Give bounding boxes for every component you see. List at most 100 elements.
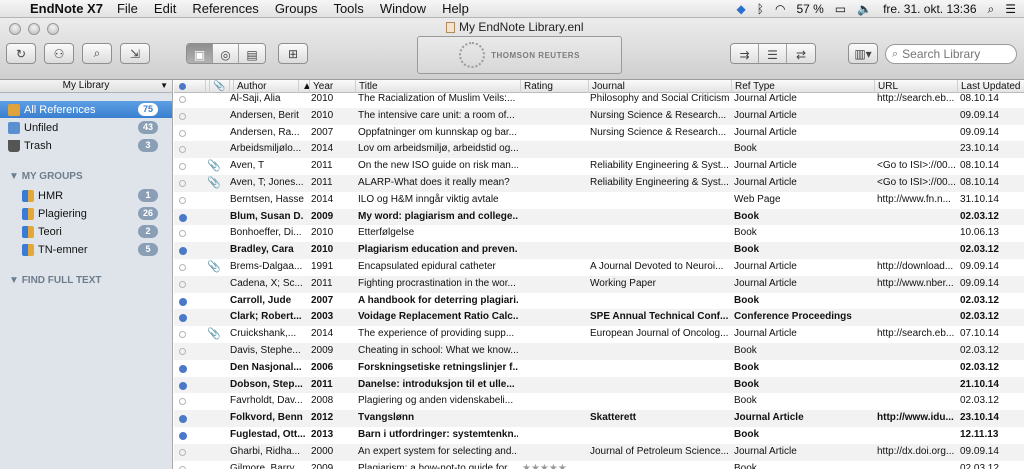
unread-dot-icon[interactable] <box>179 314 187 323</box>
paperclip-icon[interactable]: 📎 <box>207 259 221 276</box>
wifi-icon[interactable]: ◠ <box>775 2 785 16</box>
zoom-window-button[interactable] <box>47 23 59 35</box>
read-dot-icon[interactable] <box>179 280 186 288</box>
table-row[interactable]: Andersen, Berit 2010 The intensive care un… <box>174 107 1024 125</box>
table-row[interactable]: Bradley, Cara 2010 Plagiarism education an… <box>174 242 1024 259</box>
table-row[interactable]: 📎 Aven, T 2011 On the new ISO guide on risk… <box>174 158 1024 175</box>
table-row[interactable]: Davis, Stephe... 2009 Cheating in school: … <box>174 343 1024 360</box>
menu-edit[interactable]: Edit <box>154 1 176 16</box>
table-row[interactable]: Blum, Susan D. 2009 My word: plagiarism an… <box>174 208 1024 226</box>
volume-icon[interactable]: 🔈 <box>857 2 872 16</box>
dropbox-icon[interactable]: ◆ <box>737 2 746 16</box>
sidebar-group-hmr[interactable]: HMR 1 <box>0 187 172 204</box>
sidebar-item-all-references[interactable]: All References 75 <box>0 101 172 118</box>
battery-icon[interactable]: ▭ <box>835 2 846 16</box>
read-dot-icon[interactable] <box>179 465 186 469</box>
table-row[interactable]: Clark; Robert... 2003 Voidage Replacement … <box>174 309 1024 327</box>
new-reference-button[interactable]: ⊞ <box>278 43 308 64</box>
read-dot-icon[interactable] <box>179 348 186 355</box>
globe-icon: ◎ <box>220 47 231 62</box>
table-row[interactable]: 📎 Aven, T; Jones... 2011 ALARP-What does it… <box>174 175 1024 192</box>
insert-citation-button[interactable]: ⇉ <box>731 44 759 63</box>
sidebar-group-teori[interactable]: Teori 2 <box>0 223 172 240</box>
table-row[interactable]: Gilmore, Barry 2009 Plagiarism: a how-not-… <box>174 461 1024 469</box>
online-search-button[interactable]: ⌕ <box>82 43 112 64</box>
share-library-button[interactable]: ⚇ <box>44 43 74 64</box>
close-window-button[interactable] <box>9 23 21 35</box>
sync-button[interactable]: ↻ <box>6 43 36 64</box>
menu-file[interactable]: File <box>117 1 138 16</box>
table-row[interactable]: Dobson, Step... 2011 Danelse: introduksjon… <box>174 376 1024 394</box>
menu-tools[interactable]: Tools <box>333 1 363 16</box>
read-dot-icon[interactable] <box>179 146 186 154</box>
sidebar-item-unfiled[interactable]: Unfiled 43 <box>0 119 172 136</box>
table-row[interactable]: Gharbi, Ridha... 2000 An expert system for… <box>174 443 1024 461</box>
paperclip-icon[interactable]: 📎 <box>207 175 221 192</box>
table-row[interactable]: 📎 Brems-Dalgaa... 1991 Encapsulated epidura… <box>174 259 1024 276</box>
table-row[interactable]: Den Nasjonal... 2006 Forskningsetiske retn… <box>174 360 1024 377</box>
table-row[interactable]: Cadena, X; Sc... 2011 Fighting procrastina… <box>174 275 1024 293</box>
unread-dot-icon[interactable] <box>179 297 187 306</box>
unread-dot-icon[interactable] <box>179 247 187 256</box>
bluetooth-icon[interactable]: ᛒ <box>757 2 764 16</box>
sync-icon: ↻ <box>15 46 27 61</box>
window-controls <box>9 23 59 35</box>
unread-dot-icon[interactable] <box>179 381 187 390</box>
read-dot-icon[interactable] <box>179 96 186 103</box>
menu-window[interactable]: Window <box>380 1 426 16</box>
layout-button[interactable]: ▥▾ <box>848 43 878 64</box>
open-document-icon: ⇄ <box>795 47 807 62</box>
cell-year: 2012 <box>311 412 334 424</box>
local-library-mode-button[interactable]: ▣ <box>187 44 213 63</box>
clock[interactable]: fre. 31. okt. 13:36 <box>883 2 976 16</box>
library-select[interactable]: My Library ▼ <box>0 80 172 93</box>
table-row[interactable]: Al-Saji, Alia 2010 The Racialization of Mu… <box>174 91 1024 108</box>
table-row[interactable]: 📎 Cruickshank,... 2014 The experience of pr… <box>174 326 1024 343</box>
battery-percent[interactable]: 57 % <box>796 2 823 16</box>
read-dot-icon[interactable] <box>179 180 186 187</box>
menu-groups[interactable]: Groups <box>275 1 318 16</box>
spotlight-icon[interactable]: ⌕ <box>988 2 995 17</box>
read-dot-icon[interactable] <box>179 331 186 339</box>
table-row[interactable]: Fuglestad, Ott... 2013 Barn i utfordringer… <box>174 427 1024 444</box>
app-menu[interactable]: EndNote X7 <box>30 1 103 16</box>
table-row[interactable]: Favrholdt, Dav... 2008 Plagiering og anden… <box>174 393 1024 410</box>
menu-help[interactable]: Help <box>442 1 469 16</box>
read-dot-icon[interactable] <box>179 163 186 171</box>
cell-year: 2007 <box>311 126 334 138</box>
unread-dot-icon[interactable] <box>179 213 187 222</box>
menu-references[interactable]: References <box>192 1 258 16</box>
sidebar-item-trash[interactable]: Trash 3 <box>0 137 172 154</box>
sidebar-group-plagiering[interactable]: Plagiering 26 <box>0 205 172 222</box>
read-dot-icon[interactable] <box>179 448 186 456</box>
unread-dot-icon[interactable] <box>179 364 187 373</box>
read-dot-icon[interactable] <box>179 398 186 406</box>
import-button[interactable]: ⇲ <box>120 43 150 64</box>
unread-dot-icon[interactable] <box>179 415 187 424</box>
paperclip-icon[interactable]: 📎 <box>207 158 221 175</box>
my-groups-heading[interactable]: ▼ MY GROUPS <box>9 171 83 182</box>
find-full-text-heading[interactable]: ▼ FIND FULL TEXT <box>9 275 102 286</box>
cell-title: Etterfølgelse <box>358 227 415 239</box>
table-row[interactable]: Carroll, Jude 2007 A handbook for deterrin… <box>174 293 1024 310</box>
open-document-button[interactable]: ⇄ <box>787 44 815 63</box>
paperclip-icon[interactable]: 📎 <box>207 326 221 343</box>
notification-center-icon[interactable]: ☰ <box>1005 2 1016 16</box>
table-row[interactable]: Arbeidsmiljølo... 2014 Lov om arbeidsmiljø… <box>174 141 1024 159</box>
minimize-window-button[interactable] <box>28 23 40 35</box>
search-input[interactable] <box>902 47 1007 61</box>
format-bibliography-button[interactable]: ☰ <box>759 44 787 63</box>
read-dot-icon[interactable] <box>179 129 186 137</box>
integrated-mode-button[interactable]: ▤ <box>239 44 265 63</box>
read-dot-icon[interactable] <box>179 264 186 271</box>
read-dot-icon[interactable] <box>179 196 186 204</box>
online-search-mode-button[interactable]: ◎ <box>213 44 239 63</box>
table-row[interactable]: Berntsen, Hasse 2014 ILO og H&M inngår vik… <box>174 192 1024 209</box>
read-dot-icon[interactable] <box>179 230 186 238</box>
read-dot-icon[interactable] <box>179 112 186 120</box>
table-row[interactable]: Bonhoeffer, Di... 2010 Etterfølgelse Book 10… <box>174 225 1024 242</box>
sidebar-group-tn-emner[interactable]: TN-emner 5 <box>0 241 172 258</box>
unread-dot-icon[interactable] <box>179 432 187 440</box>
table-row[interactable]: Folkvord, Benn 2012 Tvangslønn Skatterett Jo… <box>174 410 1024 427</box>
table-row[interactable]: Andersen, Ra... 2007 Oppfatninger om kunns… <box>174 125 1024 142</box>
